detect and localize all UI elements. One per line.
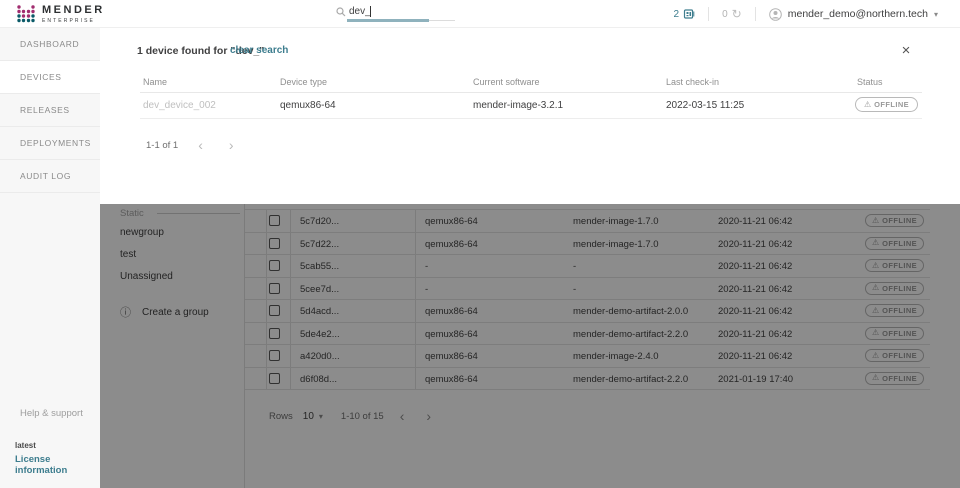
topbar-divider [755,7,756,21]
pagination-range: 1-1 of 1 [146,140,178,151]
close-icon[interactable]: × [897,41,915,59]
search-results-backdrop[interactable] [100,204,960,488]
sidebar-item-releases[interactable]: RELEASES [0,94,100,127]
sidebar-item-audit-log[interactable]: AUDIT LOG [0,160,100,193]
sidebar-item-deployments[interactable]: DEPLOYMENTS [0,127,100,160]
clear-search-link[interactable]: clear search [230,45,288,56]
text-cursor [370,6,371,17]
brand-name: MENDER [42,5,105,16]
brand-tier: ENTERPRISE [42,18,105,24]
column-header-last-checkin: Last check-in [666,77,719,87]
search-results-panel: 1 device found for "dev_" clear search ×… [100,28,960,204]
mender-logo-icon [16,4,36,24]
chevron-down-icon: ▾ [934,10,938,19]
search-icon [336,7,346,17]
search-input[interactable]: dev_ [334,3,455,23]
developer-board-icon [683,8,695,20]
chevron-left-icon[interactable]: ‹ [192,138,209,152]
warning-icon: ⚠ [864,101,871,109]
device-software: mender-image-3.2.1 [473,100,563,111]
mender-app: MENDER ENTERPRISE dev_ 2 [0,0,960,488]
topbar-divider [708,7,709,21]
refresh-icon: ↻ [732,8,742,20]
pending-deployments-counter[interactable]: 0 ↻ [722,8,742,20]
avatar-icon [769,8,782,21]
search-underline-focus [347,19,429,22]
status-badge: ⚠ OFFLINE [855,97,918,112]
search-results-table: Name Device type Current software Last c… [140,72,922,119]
device-name: dev_device_002 [143,100,216,111]
accepted-devices-counter[interactable]: 2 [674,8,696,20]
column-header-current-software: Current software [473,77,540,87]
device-last-checkin: 2022-03-15 11:25 [666,100,744,111]
pending-deployments-count: 0 [722,9,728,20]
account-menu[interactable]: mender_demo@northern.tech ▾ [769,8,938,21]
sidebar-item-devices[interactable]: DEVICES [0,61,100,94]
column-header-name: Name [143,77,167,87]
account-email: mender_demo@northern.tech [788,8,928,20]
sidebar-item-dashboard[interactable]: DASHBOARD [0,28,100,61]
accepted-devices-count: 2 [674,9,680,20]
license-information-link[interactable]: License information [0,454,100,476]
topbar: MENDER ENTERPRISE dev_ 2 [0,0,960,28]
help-support-link[interactable]: Help & support [0,408,100,419]
version-label: latest [0,441,100,450]
chevron-right-icon[interactable]: › [223,138,240,152]
mender-logo[interactable]: MENDER ENTERPRISE [16,4,105,24]
results-pagination: 1-1 of 1 ‹ › [146,138,240,152]
column-header-status: Status [857,77,883,87]
search-value: dev_ [349,6,371,17]
table-header: Name Device type Current software Last c… [140,72,922,93]
search-result-row[interactable]: dev_device_002 qemux86-64 mender-image-3… [140,93,922,119]
sidebar: DASHBOARD DEVICES RELEASES DEPLOYMENTS A… [0,28,100,488]
column-header-device-type: Device type [280,77,327,87]
device-type: qemux86-64 [280,100,336,111]
